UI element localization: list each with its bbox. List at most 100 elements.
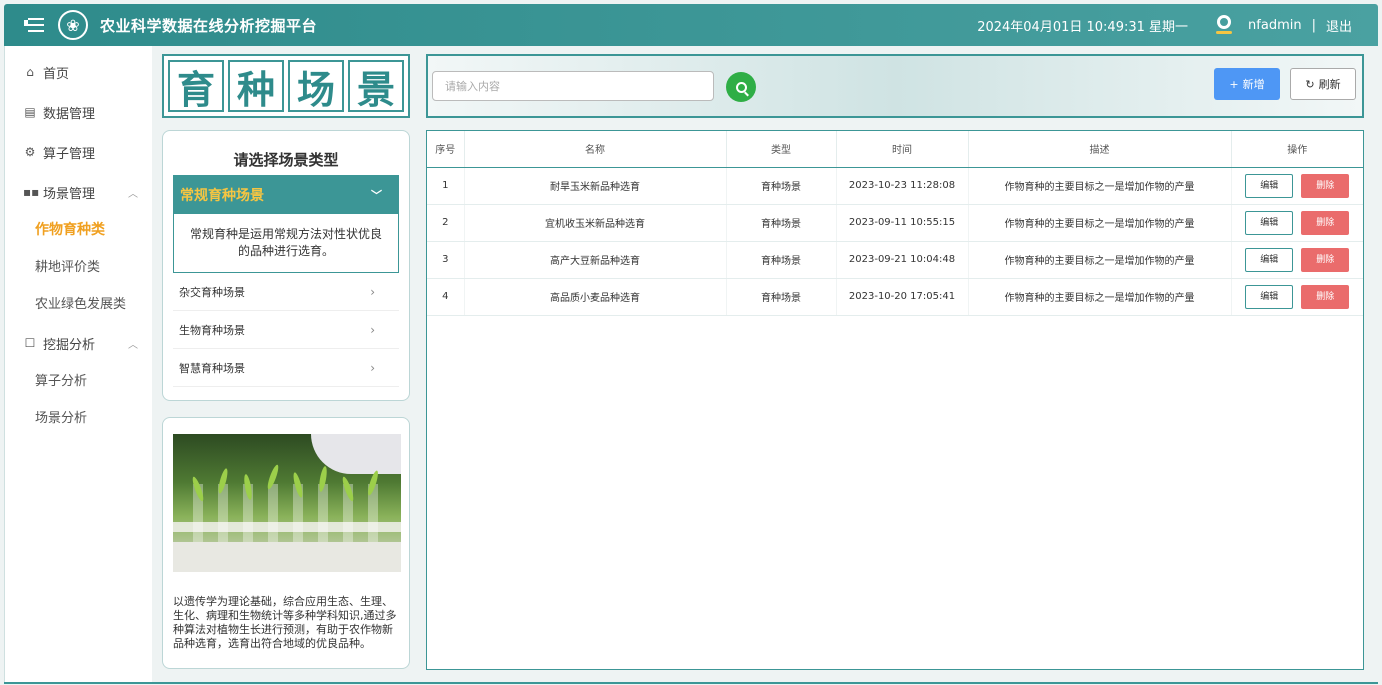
nav-scene-mgmt[interactable]: ▪▪ 场景管理 ︿ [5,172,152,212]
table-header-row: 序号 名称 类型 时间 描述 操作 [427,131,1363,168]
scene-title-char: 景 [348,60,404,112]
accordion-item-label: 生物育种场景 [179,323,245,337]
accordion-header-regular[interactable]: 常规育种场景 ﹀ [174,176,398,214]
sidebar: ⌂ 首页 ▤ 数据管理 ⚙ 算子管理 ▪▪ 场景管理 ︿ 作物育种类 耕地评价类… [4,46,152,682]
chevron-down-icon: ﹀ [371,189,382,202]
nav-sub-crop-breeding[interactable]: 作物育种类 [5,212,152,249]
delete-button[interactable]: 删除 [1301,284,1350,309]
cell-no: 4 [427,278,465,316]
cell-no: 1 [427,167,465,205]
info-description: 以遗传学为理论基础，综合应用生态、生理、生化、病理和生物统计等多种学科知识,通过… [173,595,397,650]
delete-button[interactable]: 删除 [1301,173,1350,198]
scene-type-panel: 请选择场景类型 常规育种场景 ﹀ 常规育种是运用常规方法对性状优良的品种进行选育… [162,130,410,401]
accordion-item-bio[interactable]: 生物育种场景 › [173,311,399,349]
edit-button[interactable]: 编辑 [1245,210,1294,235]
scene-type-title: 请选择场景类型 [233,151,339,169]
table-row: 4 高品质小麦品种选育 育种场景 2023-10-20 17:05:41 作物育… [427,278,1363,316]
col-header-name: 名称 [464,131,727,168]
nav-sub-farmland-eval[interactable]: 耕地评价类 [5,249,152,286]
scene-title-char: 场 [288,60,344,112]
nav-operator-mgmt[interactable]: ⚙ 算子管理 [5,132,152,172]
logout-link[interactable]: 退出 [1326,16,1352,35]
delete-button[interactable]: 删除 [1301,210,1350,235]
scene-title-char: 育 [168,60,224,112]
user-icon [1214,14,1234,36]
cell-type: 育种场景 [726,204,837,242]
cell-name: 宜机收玉米新品种选育 [464,204,727,242]
refresh-button-label: 刷新 [1318,78,1341,91]
nav-home[interactable]: ⌂ 首页 [5,52,152,92]
nav-sub-scene-analysis[interactable]: 场景分析 [5,400,152,437]
cell-type: 育种场景 [726,241,837,279]
nav-sub-green-dev[interactable]: 农业绿色发展类 [5,286,152,323]
cell-no: 2 [427,204,465,242]
app-title: 农业科学数据在线分析挖掘平台 [100,16,318,35]
toolbar: + 新增 ↻ 刷新 [426,54,1364,118]
cell-actions: 编辑 删除 [1231,278,1363,316]
cell-no: 3 [427,241,465,279]
chevron-up-icon: ︿ [128,339,138,351]
emblem-icon: ❀ [58,10,88,40]
bottom-border [4,682,1378,684]
nav-mining[interactable]: ☐ 挖掘分析 ︿ [5,323,152,363]
nav-operator-mgmt-label: 算子管理 [43,146,96,162]
refresh-icon: ↻ [1305,77,1315,91]
col-header-time: 时间 [836,131,969,168]
delete-button[interactable]: 删除 [1301,247,1350,272]
header-right: 2024年04月01日 10:49:31 星期一 nfadmin | 退出 [977,14,1378,36]
scene-table: 序号 名称 类型 时间 描述 操作 1 耐旱玉米新品种选育 育种场景 2023-… [426,130,1364,670]
cell-name: 高品质小麦品种选育 [464,278,727,316]
gear-icon: ⚙ [24,145,36,159]
accordion-item-label: 杂交育种场景 [179,285,245,299]
cell-type: 育种场景 [726,278,837,316]
col-header-type: 类型 [726,131,837,168]
menu-collapse-icon[interactable] [24,16,46,34]
accordion-item-smart[interactable]: 智慧育种场景 › [173,349,399,387]
chevron-right-icon: › [370,360,375,375]
accordion-item-label: 智慧育种场景 [179,361,245,375]
top-header: ❀ 农业科学数据在线分析挖掘平台 2024年04月01日 10:49:31 星期… [4,4,1378,46]
cell-name: 耐旱玉米新品种选育 [464,167,727,205]
info-panel: 以遗传学为理论基础，综合应用生态、生理、生化、病理和生物统计等多种学科知识,通过… [162,417,410,669]
table-row: 2 宜机收玉米新品种选育 育种场景 2023-09-11 10:55:15 作物… [427,204,1363,242]
nav-data-mgmt[interactable]: ▤ 数据管理 [5,92,152,132]
cell-actions: 编辑 删除 [1231,241,1363,279]
col-header-no: 序号 [427,131,465,168]
scene-title: 育 种 场 景 [162,54,410,118]
cell-time: 2023-10-20 17:05:41 [836,278,969,316]
add-button[interactable]: + 新增 [1214,68,1280,100]
search-button[interactable] [726,72,756,102]
cell-actions: 编辑 删除 [1231,204,1363,242]
home-icon: ⌂ [26,65,34,79]
username: nfadmin [1248,17,1302,33]
refresh-button[interactable]: ↻ 刷新 [1290,68,1356,100]
separator: | [1311,17,1316,33]
edit-button[interactable]: 编辑 [1245,247,1294,272]
scene-title-char: 种 [228,60,284,112]
nav-mining-label: 挖掘分析 [43,337,96,353]
cell-type: 育种场景 [726,167,837,205]
chart-icon: ☐ [24,336,36,350]
table-row: 1 耐旱玉米新品种选育 育种场景 2023-10-23 11:28:08 作物育… [427,167,1363,205]
accordion-header-label: 常规育种场景 [180,188,264,204]
nav-scene-mgmt-label: 场景管理 [43,186,96,202]
chevron-up-icon: ︿ [128,188,138,200]
nav-sub-operator-analysis[interactable]: 算子分析 [5,363,152,400]
accordion-item-hybrid[interactable]: 杂交育种场景 › [173,273,399,311]
col-header-desc: 描述 [968,131,1232,168]
seedling-photo [173,434,401,572]
edit-button[interactable]: 编辑 [1245,173,1294,198]
plus-icon: + [1229,77,1239,91]
cell-desc: 作物育种的主要目标之一是增加作物的产量 [968,278,1232,316]
cell-desc: 作物育种的主要目标之一是增加作物的产量 [968,241,1232,279]
cell-desc: 作物育种的主要目标之一是增加作物的产量 [968,204,1232,242]
edit-button[interactable]: 编辑 [1245,284,1294,309]
col-header-actions: 操作 [1231,131,1363,168]
cell-desc: 作物育种的主要目标之一是增加作物的产量 [968,167,1232,205]
cell-actions: 编辑 删除 [1231,167,1363,205]
table-row: 3 高产大豆新品种选育 育种场景 2023-09-21 10:04:48 作物育… [427,241,1363,279]
document-icon: ▤ [24,105,36,119]
search-input[interactable] [432,71,714,101]
cell-name: 高产大豆新品种选育 [464,241,727,279]
nav-home-label: 首页 [43,66,70,82]
